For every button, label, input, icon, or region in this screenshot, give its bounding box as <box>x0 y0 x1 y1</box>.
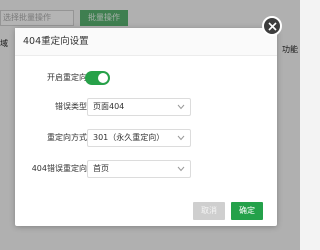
close-button[interactable] <box>262 16 282 36</box>
redirect-method-select[interactable]: 301（永久重定向） <box>87 129 191 147</box>
dialog-header: 404重定向设置 <box>15 28 277 56</box>
error-type-select[interactable]: 页面404 <box>87 98 191 116</box>
error-type-value: 页面404 <box>93 102 125 111</box>
redirect-target-row: 404错误重定向 首页 <box>15 160 277 178</box>
chevron-down-icon <box>177 104 185 110</box>
error-type-row: 错误类型 页面404 <box>15 98 277 116</box>
redirect-method-label: 重定向方式 <box>47 133 87 142</box>
redirect-target-value: 首页 <box>93 164 109 173</box>
toggle-label: 开启重定向 <box>47 73 87 82</box>
toggle-knob <box>98 73 108 83</box>
error-type-label: 错误类型 <box>55 102 87 111</box>
chevron-down-icon <box>177 166 185 172</box>
toggle-row: 开启重定向 <box>15 69 277 87</box>
redirect-method-row: 重定向方式 301（永久重定向） <box>15 129 277 147</box>
chevron-down-icon <box>177 135 185 141</box>
dialog-title: 404重定向设置 <box>23 36 89 47</box>
redirect-settings-dialog: 404重定向设置 开启重定向 错误类型 页面404 重定向方式 301（永久重定… <box>15 28 277 226</box>
cancel-button[interactable]: 取消 <box>193 202 225 220</box>
redirect-method-value: 301（永久重定向） <box>93 133 165 142</box>
close-icon <box>267 21 277 31</box>
redirect-toggle[interactable] <box>85 71 110 85</box>
redirect-target-label: 404错误重定向 <box>31 164 87 173</box>
redirect-target-select[interactable]: 首页 <box>87 160 191 178</box>
confirm-button[interactable]: 确定 <box>231 202 263 220</box>
